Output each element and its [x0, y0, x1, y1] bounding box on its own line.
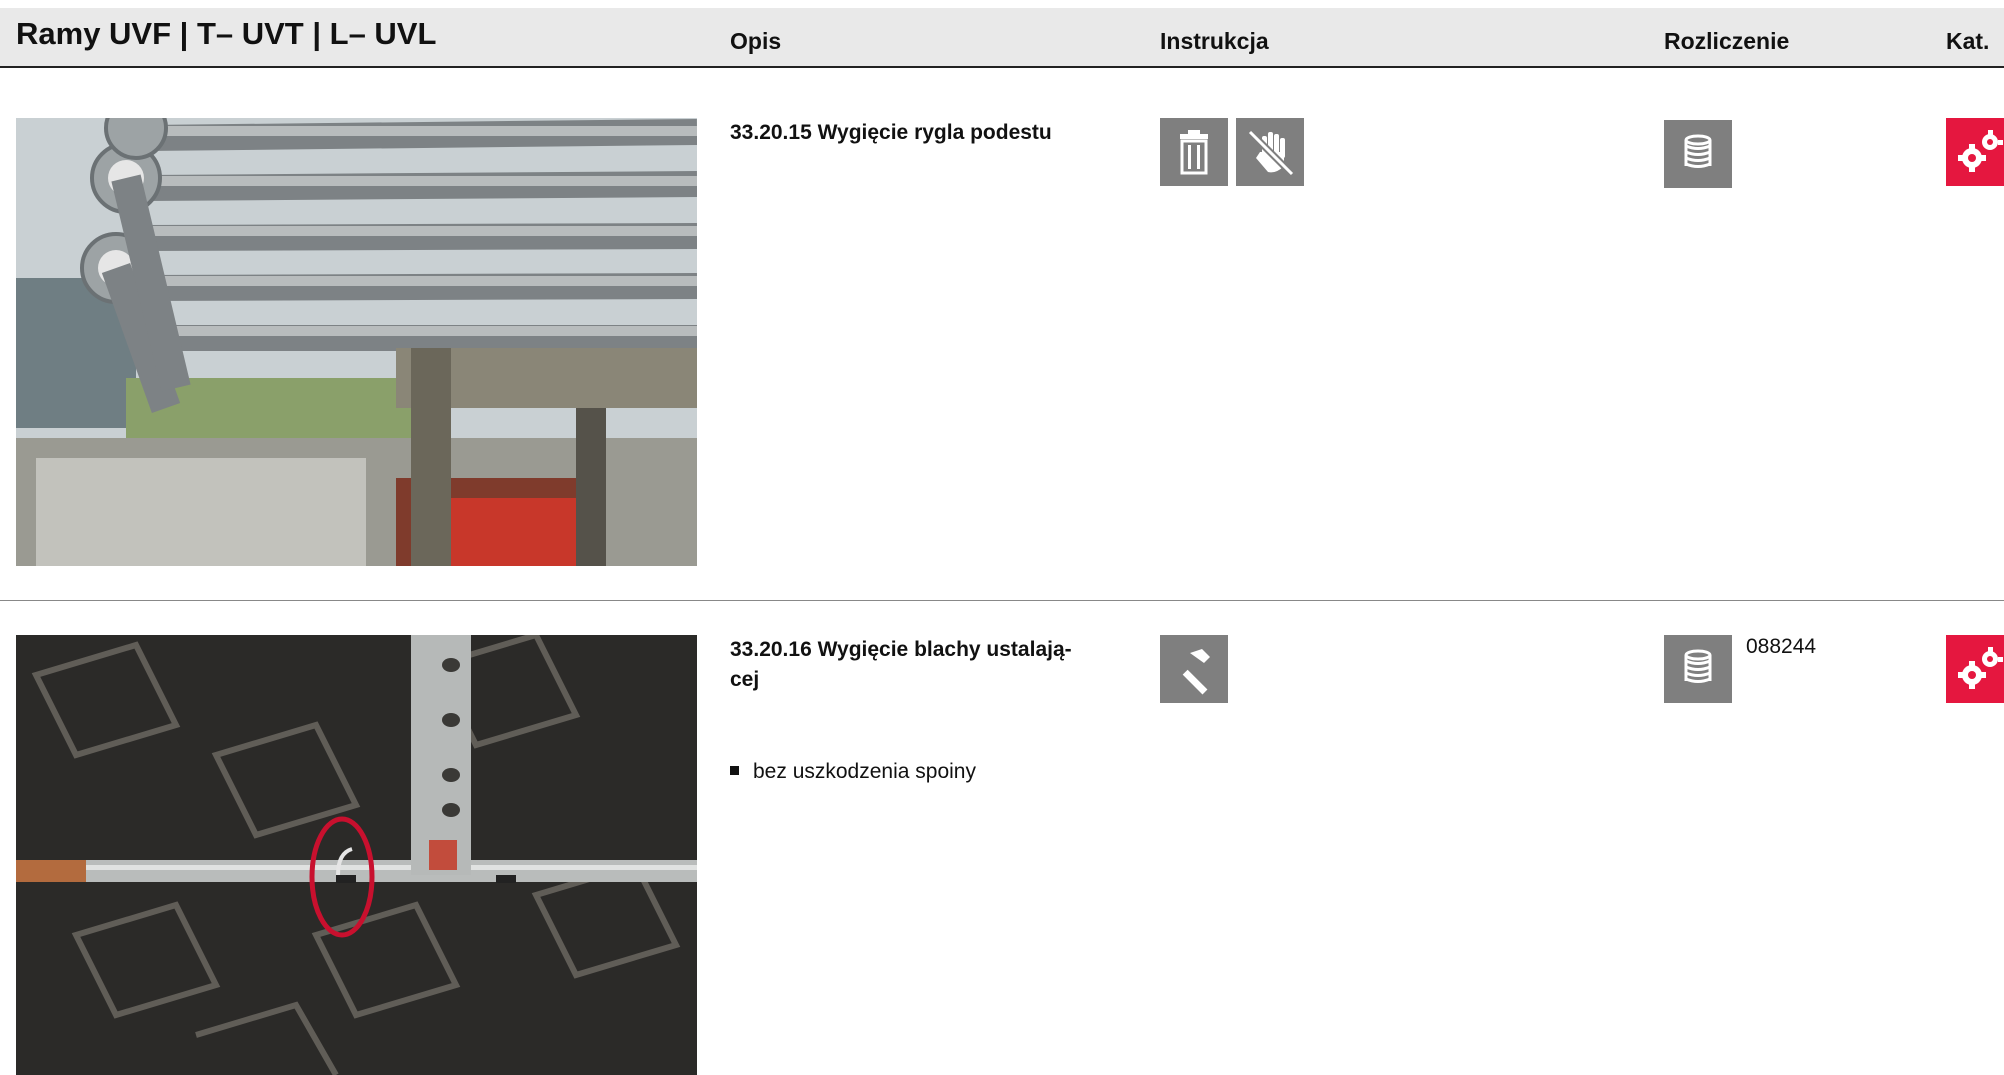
- column-header-instrukcja: Instrukcja: [1160, 28, 1269, 54]
- bullet-item: bez uszkodzenia spoiny: [730, 760, 976, 784]
- bullet-square-icon: [730, 765, 739, 775]
- bullet-text: bez uszkodzenia spoiny: [753, 760, 976, 783]
- coil-stack-icon[interactable]: [1664, 635, 1732, 703]
- item-title: 33.20.16 Wygięcie blachy ustalają- cej: [730, 638, 1072, 691]
- no-touch-hand-icon[interactable]: [1236, 118, 1304, 186]
- article-number: 088244: [1746, 635, 1817, 658]
- coil-stack-icon[interactable]: [1664, 120, 1732, 188]
- row-separator: [0, 600, 2004, 601]
- trash-icon[interactable]: [1160, 118, 1228, 186]
- gears-icon[interactable]: [1946, 635, 2004, 703]
- column-header-opis: Opis: [730, 28, 782, 54]
- column-header-rozliczenie: Rozliczenie: [1664, 28, 1790, 54]
- column-header-kat: Kat.: [1946, 28, 1990, 54]
- table-header: Ramy UVF | T– UVT | L– UVL Opis Instrukc…: [0, 8, 2004, 68]
- item-title: 33.20.15 Wygięcie rygla podestu: [730, 121, 1052, 144]
- page-title: Ramy UVF | T– UVT | L– UVL: [16, 16, 437, 51]
- photo-bent-platform-beam: [16, 118, 697, 566]
- photo-bent-locking-plate: [16, 635, 697, 1075]
- gears-icon[interactable]: [1946, 118, 2004, 186]
- hammer-icon[interactable]: [1160, 635, 1228, 703]
